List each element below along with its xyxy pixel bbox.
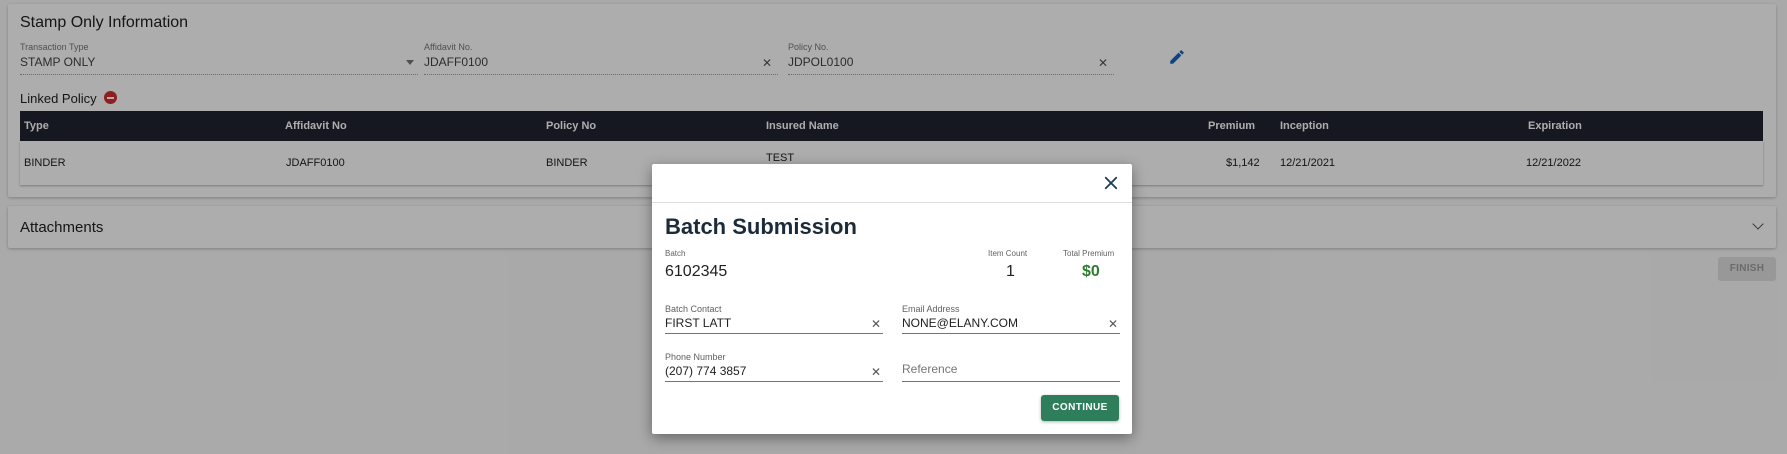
item-count-label: Item Count [988,249,1028,258]
batch-contact-field[interactable]: Batch Contact FIRST LATT ✕ [665,304,883,336]
batch-value: 6102345 [665,263,728,280]
close-icon[interactable] [1102,174,1120,192]
phone-number-value: (207) 774 3857 [665,364,747,378]
item-count-value: 1 [1006,263,1015,280]
total-premium-label: Total Premium [1063,249,1115,258]
batch-contact-label: Batch Contact [665,304,722,314]
email-address-label: Email Address [902,304,960,314]
phone-number-field[interactable]: Phone Number (207) 774 3857 ✕ [665,352,883,384]
phone-number-label: Phone Number [665,352,726,362]
clear-icon[interactable]: ✕ [1108,317,1118,331]
continue-button[interactable]: CONTINUE [1041,395,1119,421]
batch-contact-value: FIRST LATT [665,316,732,330]
clear-icon[interactable]: ✕ [871,317,881,331]
dialog-title: Batch Submission [665,214,857,239]
email-address-value: NONE@ELANY.COM [902,316,1018,330]
email-address-field[interactable]: Email Address NONE@ELANY.COM ✕ [902,304,1120,336]
total-premium-value: $0 [1082,263,1100,280]
batch-label: Batch [665,249,686,258]
batch-submission-dialog: Batch Submission Batch 6102345 Item Coun… [652,164,1132,434]
reference-input[interactable] [902,362,1102,376]
clear-icon[interactable]: ✕ [871,365,881,379]
reference-field[interactable] [902,352,1120,384]
